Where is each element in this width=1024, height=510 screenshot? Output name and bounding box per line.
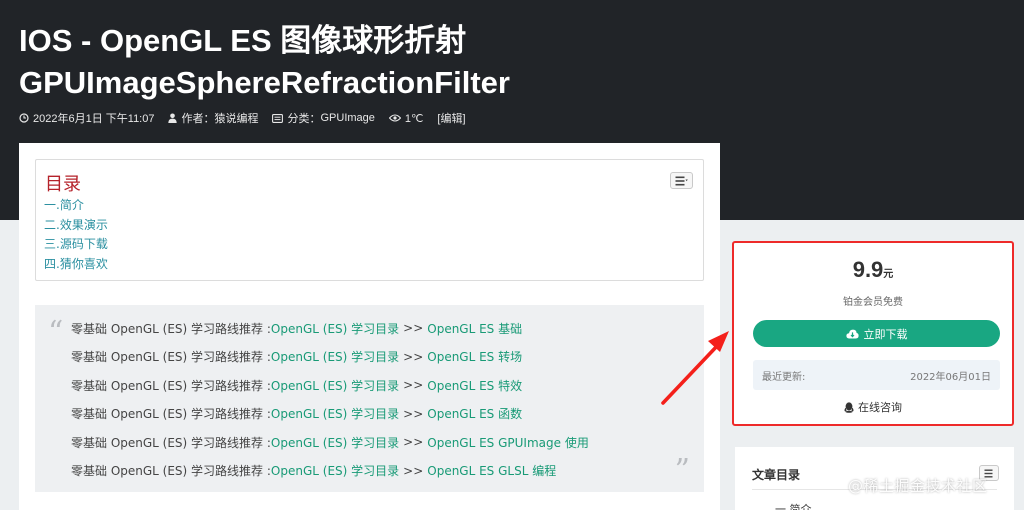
- topic-link-basics[interactable]: OpenGL ES 基础: [427, 320, 522, 337]
- topic-link-gpuimage[interactable]: OpenGL ES GPUImage 使用: [427, 434, 589, 451]
- update-label: 最近更新:: [762, 371, 806, 383]
- quote-line: 零基础 OpenGL (ES) 学习路线推荐 : OpenGL (ES) 学习目…: [71, 457, 589, 486]
- topic-link-glsl[interactable]: OpenGL ES GLSL 编程: [427, 462, 556, 479]
- list-icon: [675, 176, 688, 185]
- table-of-contents: 目录 一.简介 二.效果演示 三.源码下载 四.猜你喜欢: [35, 159, 704, 281]
- toc-title: 目录: [45, 174, 81, 195]
- quote-prefix: 零基础 OpenGL (ES) 学习路线推荐 :: [71, 435, 271, 450]
- quote-line: 零基础 OpenGL (ES) 学习路线推荐 : OpenGL (ES) 学习目…: [71, 428, 589, 457]
- qq-icon: [844, 401, 854, 413]
- download-box: 9.9元 铂金会员免费 立即下载 最近更新: 2022年06月01日 在线咨询: [732, 241, 1014, 426]
- quote-prefix: 零基础 OpenGL (ES) 学习路线推荐 :: [71, 464, 271, 479]
- meta-author-label: 作者：: [181, 113, 215, 125]
- folder-icon: [272, 113, 284, 123]
- quote-prefix: 零基础 OpenGL (ES) 学习路线推荐 :: [71, 378, 271, 393]
- edit-link[interactable]: [编辑]: [437, 110, 465, 126]
- meta-category-label: 分类：: [287, 113, 321, 125]
- quote-line: 零基础 OpenGL (ES) 学习路线推荐 : OpenGL (ES) 学习目…: [71, 343, 589, 372]
- topic-link-effects[interactable]: OpenGL ES 特效: [427, 377, 522, 394]
- eye-icon: [388, 114, 401, 122]
- sidebar-toc-item-intro[interactable]: 一.简介: [775, 501, 812, 510]
- download-button[interactable]: 立即下载: [753, 320, 1000, 347]
- member-free-text: 铂金会员免费: [843, 297, 903, 308]
- quote-prefix: 零基础 OpenGL (ES) 学习路线推荐 :: [71, 321, 271, 336]
- category-link[interactable]: GPUImage: [320, 112, 374, 124]
- price-value: 9.9: [852, 257, 884, 282]
- title-line-1: IOS - OpenGL ES 图像球形折射: [19, 23, 467, 58]
- online-consult-link[interactable]: 在线咨询: [734, 399, 1012, 415]
- toc-toggle-button[interactable]: [670, 172, 693, 189]
- watermark-text: @稀土掘金技术社区: [848, 477, 988, 495]
- learning-catalog-link[interactable]: OpenGL (ES) 学习目录: [271, 320, 399, 337]
- price-unit: 元: [883, 269, 894, 280]
- article-meta: 2022年6月1日 下午11:07 作者： 猿说编程 分类： GPUImage …: [19, 110, 480, 126]
- quote-separator: >>: [403, 406, 424, 421]
- meta-views: 1℃: [388, 112, 424, 125]
- learning-path-quote: “ 零基础 OpenGL (ES) 学习路线推荐 : OpenGL (ES) 学…: [35, 305, 704, 492]
- meta-date: 2022年6月1日 下午11:07: [19, 110, 154, 126]
- update-date: 2022年06月01日: [910, 371, 991, 383]
- clock-icon: [19, 113, 29, 123]
- quote-separator: >>: [403, 378, 424, 393]
- toc-item-demo[interactable]: 二.效果演示: [44, 216, 108, 236]
- article-content: 目录 一.简介 二.效果演示 三.源码下载 四.猜你喜欢 “ 零基础 OpenG…: [19, 143, 720, 510]
- meta-date-text: 2022年6月1日 下午11:07: [33, 113, 155, 125]
- meta-views-text: 1℃: [404, 112, 424, 125]
- toc-item-intro[interactable]: 一.简介: [44, 196, 108, 216]
- quote-separator: >>: [403, 463, 424, 478]
- quote-open-icon: “: [48, 315, 64, 350]
- meta-edit: [编辑]: [437, 110, 465, 126]
- download-button-label: 立即下载: [863, 327, 908, 341]
- learning-catalog-link[interactable]: OpenGL (ES) 学习目录: [271, 377, 399, 394]
- learning-catalog-link[interactable]: OpenGL (ES) 学习目录: [271, 434, 399, 451]
- topic-link-transition[interactable]: OpenGL ES 转场: [427, 348, 522, 365]
- quote-separator: >>: [403, 435, 424, 450]
- topic-link-functions[interactable]: OpenGL ES 函数: [427, 405, 522, 422]
- meta-category: 分类： GPUImage: [272, 110, 375, 126]
- quote-prefix: 零基础 OpenGL (ES) 学习路线推荐 :: [71, 350, 271, 365]
- author-link[interactable]: 猿说编程: [214, 110, 258, 126]
- quote-prefix: 零基础 OpenGL (ES) 学习路线推荐 :: [71, 407, 271, 422]
- toc-list: 一.简介 二.效果演示 三.源码下载 四.猜你喜欢: [44, 196, 108, 274]
- quote-line: 零基础 OpenGL (ES) 学习路线推荐 : OpenGL (ES) 学习目…: [71, 314, 589, 343]
- page-title: IOS - OpenGL ES 图像球形折射 GPUImageSphereRef…: [19, 20, 719, 104]
- user-icon: [168, 113, 178, 123]
- cloud-download-icon: [845, 329, 859, 338]
- learning-catalog-link[interactable]: OpenGL (ES) 学习目录: [271, 462, 399, 479]
- quote-separator: >>: [403, 349, 424, 364]
- quote-line: 零基础 OpenGL (ES) 学习路线推荐 : OpenGL (ES) 学习目…: [71, 400, 589, 429]
- toc-item-source[interactable]: 三.源码下载: [44, 235, 108, 255]
- price: 9.9元: [734, 257, 1012, 283]
- consult-label: 在线咨询: [858, 401, 902, 414]
- sidebar-toc-title: 文章目录: [752, 468, 801, 482]
- quote-lines: 零基础 OpenGL (ES) 学习路线推荐 : OpenGL (ES) 学习目…: [71, 314, 589, 485]
- quote-separator: >>: [403, 321, 424, 336]
- last-update: 最近更新: 2022年06月01日: [753, 360, 1000, 390]
- quote-line: 零基础 OpenGL (ES) 学习路线推荐 : OpenGL (ES) 学习目…: [71, 371, 589, 400]
- learning-catalog-link[interactable]: OpenGL (ES) 学习目录: [271, 405, 399, 422]
- learning-catalog-link[interactable]: OpenGL (ES) 学习目录: [271, 348, 399, 365]
- toc-item-recommend[interactable]: 四.猜你喜欢: [44, 255, 108, 275]
- meta-author: 作者： 猿说编程: [168, 110, 258, 126]
- quote-close-icon: ”: [674, 453, 690, 488]
- title-line-2: GPUImageSphereRefractionFilter: [19, 65, 510, 100]
